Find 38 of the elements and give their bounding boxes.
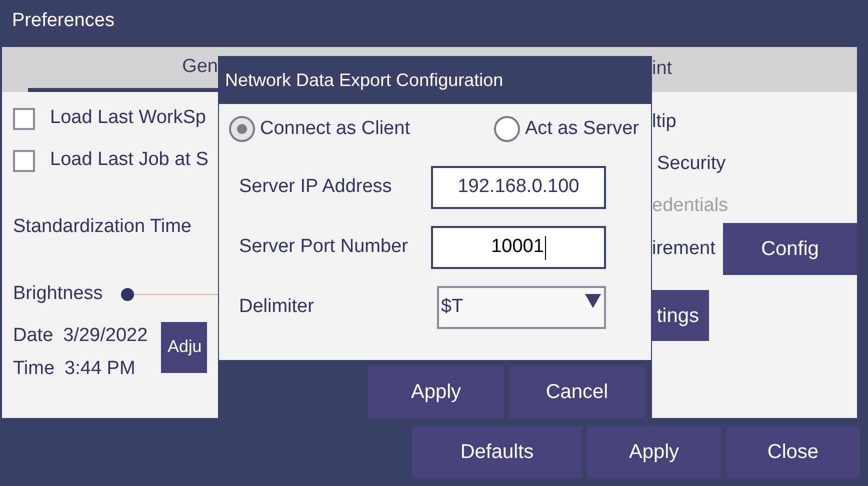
checkbox[interactable] xyxy=(13,150,35,172)
field-value: 3:44 PM xyxy=(64,356,136,378)
field-value: 3/29/2022 xyxy=(63,324,148,346)
footer-button[interactable]: Close xyxy=(726,426,860,478)
field-label: Server Port Number xyxy=(239,235,409,260)
field-label: Server IP Address xyxy=(239,175,393,200)
setting-label: ltip xyxy=(652,110,678,133)
radio-button[interactable] xyxy=(494,116,520,142)
slider-thumb[interactable] xyxy=(120,288,134,300)
slider-track[interactable] xyxy=(120,288,218,300)
checkbox-label: Load Last WorkSp xyxy=(50,106,206,130)
adjust-button[interactable]: Adju xyxy=(160,322,207,372)
setting-label: Brightness xyxy=(13,282,103,306)
input-field[interactable]: 192.168.0.100 xyxy=(431,166,606,209)
checkbox[interactable] xyxy=(13,108,35,130)
radio-label: Act as Server xyxy=(524,116,639,141)
dialog-button[interactable]: Apply xyxy=(368,366,504,418)
settings-button[interactable]: tings xyxy=(652,290,709,341)
tab[interactable]: int xyxy=(652,47,672,92)
config-button[interactable]: Config xyxy=(723,223,857,275)
field-label: Delimiter xyxy=(239,295,315,320)
radio-label: Connect as Client xyxy=(260,116,410,141)
input-field[interactable]: 10001 xyxy=(431,226,606,269)
footer-button[interactable]: Defaults xyxy=(412,426,582,478)
dropdown[interactable]: $T xyxy=(437,286,606,329)
field-label: Time xyxy=(13,356,55,378)
setting-label: irement xyxy=(652,236,716,261)
setting-label: Standardization Time xyxy=(13,215,192,239)
dialog-button[interactable]: Cancel xyxy=(509,366,645,418)
dialog-title: Network Data Export Configuration xyxy=(225,68,504,92)
field-label: Date xyxy=(13,324,54,346)
radio-button[interactable] xyxy=(229,116,255,142)
setting-label: Security xyxy=(656,152,727,175)
dropdown-arrow-icon xyxy=(585,294,601,308)
setting-label: edentials xyxy=(652,194,730,217)
checkbox-label: Load Last Job at S xyxy=(50,148,208,172)
footer-button[interactable]: Apply xyxy=(587,426,721,478)
window-title: Preferences xyxy=(12,9,114,34)
